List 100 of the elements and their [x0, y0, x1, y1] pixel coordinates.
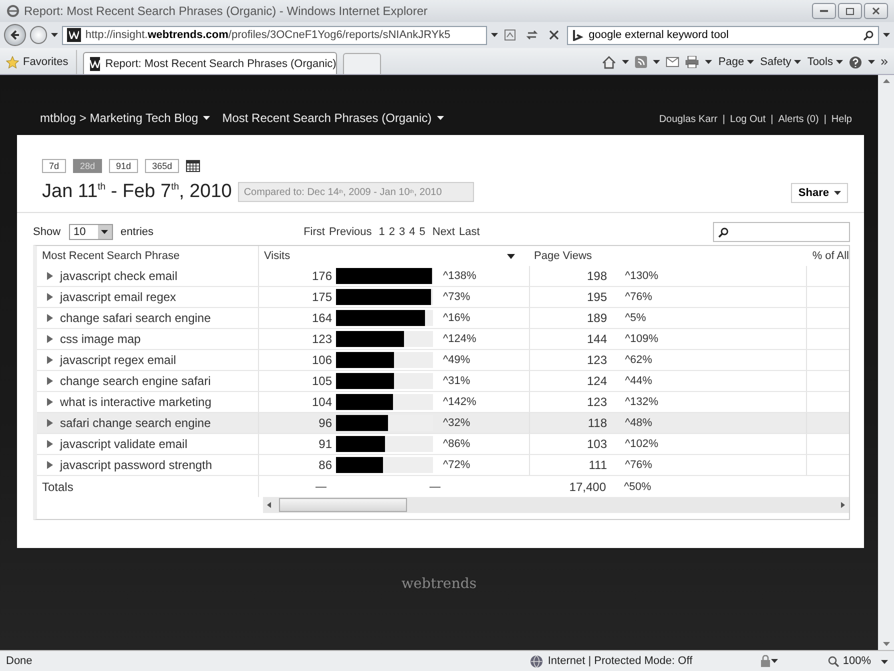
table-row[interactable]: javascript password strength 86 ^72% 111 ^76%: [37, 455, 849, 476]
command-menu[interactable]: Page: [718, 56, 754, 68]
range-tab[interactable]: 91d: [109, 159, 138, 173]
expand-triangle-icon[interactable]: [47, 314, 53, 322]
minimize-button[interactable]: [812, 3, 836, 19]
table-row[interactable]: javascript regex email 106 ^49% 123 ^62%: [37, 350, 849, 371]
forward-button[interactable]: [30, 26, 48, 44]
table-row[interactable]: change search engine safari 105 ^31% 124 ^44%: [37, 371, 849, 392]
change-value: ^32%: [443, 417, 470, 429]
security-zone-text: Internet | Protected Mode: Off: [548, 655, 692, 667]
sort-caret-icon[interactable]: [507, 254, 515, 258]
table-row[interactable]: javascript email regex 175 ^73% 195 ^76%: [37, 287, 849, 308]
entries-label: entries: [120, 226, 154, 238]
phrase-text: change search engine safari: [60, 374, 211, 388]
user-link[interactable]: Log Out: [730, 114, 766, 125]
visits-value: 106: [310, 353, 332, 367]
scroll-left-icon[interactable]: [267, 502, 271, 508]
entries-select[interactable]: 10: [68, 224, 113, 240]
command-menu[interactable]: Tools: [807, 56, 843, 68]
scrollbar-thumb[interactable]: [279, 498, 407, 512]
browser-tab[interactable]: Report: Most Recent Search Phrases (Organic): [83, 52, 338, 74]
expand-triangle-icon[interactable]: [47, 461, 53, 469]
separator-text: |: [824, 114, 826, 125]
caret-icon: [794, 60, 802, 64]
visits-value: 176: [310, 269, 332, 283]
feed-icon[interactable]: [635, 56, 648, 68]
footer-logo-text: webtrends: [402, 576, 476, 594]
breadcrumb-menu[interactable]: mtblog > Marketing Tech Blog: [40, 111, 210, 125]
horizontal-scrollbar[interactable]: [263, 497, 849, 513]
table-row[interactable]: css image map 123 ^124% 144 ^109%: [37, 329, 849, 350]
caret-icon: [203, 116, 210, 120]
change-value: ^109%: [625, 333, 658, 345]
pagination-link[interactable]: Previous: [328, 226, 372, 238]
expand-triangle-icon[interactable]: [47, 356, 53, 364]
column-header[interactable]: % of All: [812, 250, 849, 262]
range-tab[interactable]: 7d: [42, 159, 66, 173]
search-field[interactable]: google external keyword tool: [566, 26, 879, 44]
pagination-link[interactable]: First: [304, 226, 325, 238]
close-button[interactable]: [864, 3, 888, 19]
change-total: —: [428, 480, 442, 492]
calendar-icon[interactable]: [186, 160, 200, 172]
expand-triangle-icon[interactable]: [47, 272, 53, 280]
expand-triangle-icon[interactable]: [47, 335, 53, 343]
window-title: Report: Most Recent Search Phrases (Organic) - Windows Internet Explorer: [24, 4, 428, 18]
help-icon[interactable]: [849, 56, 862, 68]
table-row[interactable]: javascript check email 176 ^138% 198 ^130%: [37, 266, 849, 287]
phrase-text: javascript check email: [60, 269, 178, 283]
expand-triangle-icon[interactable]: [47, 398, 53, 406]
home-icon[interactable]: [602, 56, 616, 68]
range-tab[interactable]: 365d: [145, 159, 180, 173]
zoom-button[interactable]: 100%: [828, 655, 871, 667]
report-menu[interactable]: Most Recent Search Phrases (Organic): [222, 111, 444, 125]
expand-triangle-icon[interactable]: [47, 293, 53, 301]
table-row[interactable]: safari change search engine 96 ^32% 118 ^48%: [37, 413, 849, 434]
status-text: Done: [6, 655, 32, 667]
change-value: ^86%: [443, 438, 470, 450]
pagination-link[interactable]: 5: [419, 226, 426, 238]
caret-icon: [622, 60, 630, 64]
user-link[interactable]: Help: [831, 114, 852, 125]
address-field[interactable]: http://insight.webtrends.com/profiles/3OCneF1Yog6/reports/sNIAnkJRYk5: [62, 26, 487, 44]
scroll-up-icon[interactable]: [882, 79, 890, 83]
separator-text: |: [770, 114, 774, 125]
back-button[interactable]: [4, 24, 26, 46]
table-row[interactable]: javascript validate email 91 ^86% 103 ^102%: [37, 434, 849, 455]
change-value: ^130%: [625, 270, 658, 282]
visits-value: 105: [310, 374, 332, 388]
column-header[interactable]: Most Recent Search Phrase: [42, 250, 180, 262]
lock-icon[interactable]: [760, 655, 771, 667]
table-search-field[interactable]: [713, 222, 850, 242]
expand-triangle-icon[interactable]: [47, 440, 53, 448]
share-button[interactable]: Share: [791, 183, 848, 203]
expand-triangle-icon[interactable]: [47, 377, 53, 385]
visits-total: —: [314, 480, 328, 492]
chevron-icon[interactable]: [881, 59, 888, 65]
command-menu[interactable]: Safety: [760, 56, 802, 68]
caret-icon: [747, 60, 754, 64]
expand-triangle-icon[interactable]: [47, 419, 53, 427]
pagination-link[interactable]: 4: [409, 226, 416, 238]
pagination-link[interactable]: 1: [378, 226, 385, 238]
change-value: ^124%: [443, 333, 476, 345]
date-range-title: Jan 11$^{th}$ - Feb 7$^{th}$, 2010: [42, 181, 232, 203]
user-link[interactable]: Alerts (0): [778, 114, 819, 125]
vertical-scrollbar[interactable]: [878, 75, 894, 650]
search-icon[interactable]: [863, 30, 874, 40]
column-header[interactable]: Page Views: [534, 250, 592, 262]
pagination-link[interactable]: Last: [459, 226, 480, 238]
scroll-down-icon[interactable]: [882, 642, 890, 646]
user-link[interactable]: Douglas Karr: [659, 114, 718, 125]
pagination-link[interactable]: 2: [388, 226, 395, 238]
table-row[interactable]: change safari search engine 164 ^16% 189 ^5%: [37, 308, 849, 329]
maximize-button[interactable]: [838, 3, 862, 19]
scroll-right-icon[interactable]: [841, 502, 845, 508]
mail-icon[interactable]: [666, 57, 680, 67]
page-views-value: 144: [586, 332, 607, 346]
pagination-link[interactable]: 3: [399, 226, 406, 238]
favorites-button[interactable]: Favorites: [6, 50, 78, 74]
pagination-link[interactable]: Next: [432, 226, 455, 238]
print-icon[interactable]: [685, 56, 700, 68]
column-header[interactable]: Visits: [264, 250, 290, 262]
address-caret-icon: [490, 33, 498, 37]
